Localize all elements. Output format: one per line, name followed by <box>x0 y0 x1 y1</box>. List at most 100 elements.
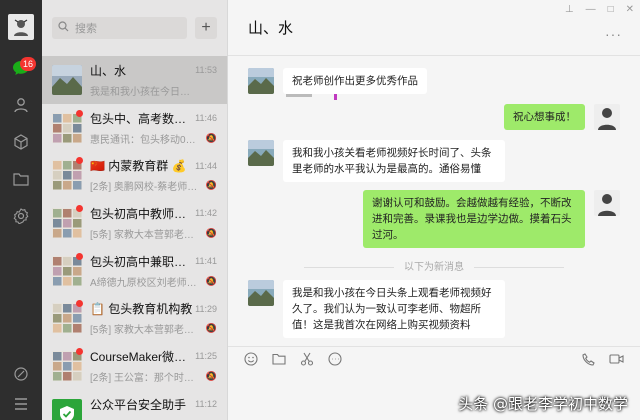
mute-icon: 🔕 <box>205 275 217 286</box>
box-icon[interactable] <box>11 132 31 152</box>
chat-name: CourseMaker微课制... <box>90 349 195 364</box>
message-left: 我和我小孩关看老师视频好长时间了、头条里老师的水平我认为是最高的。通俗易懂 <box>248 140 505 182</box>
input-toolbar <box>228 346 640 374</box>
mute-icon: 🔕 <box>205 227 217 238</box>
chat-avatar <box>52 64 82 95</box>
unread-dot <box>76 252 83 260</box>
message-bubble: 谢谢认可和鼓励。会越做越有经验，不断改进和完善。录课我也是边学边做。摸着石头过河… <box>363 190 585 248</box>
chat-name: 包头初高中教师分享群 <box>90 206 195 221</box>
scissors-icon[interactable] <box>300 352 314 369</box>
add-chat-button[interactable]: + <box>195 17 217 39</box>
comment-icon[interactable] <box>328 352 342 369</box>
unread-badge: 16 <box>20 57 37 71</box>
watermark: 头条 @跟老李学初中数学 <box>458 395 628 413</box>
message-right: 祝心想事成！ <box>504 104 620 130</box>
search-icon <box>58 21 69 35</box>
chat-list-item[interactable]: 包头初高中教师分享群 11:42 [5条] 家教大本营郭老师... 🔕 <box>42 199 227 247</box>
chat-avatar <box>52 160 82 191</box>
chat-preview: A缔德九原校区刘老师18... <box>90 277 198 289</box>
message-right: 谢谢认可和鼓励。会越做越有经验，不断改进和完善。录课我也是边学边做。摸着石头过河… <box>363 190 620 248</box>
mute-icon: 🔕 <box>205 323 217 334</box>
chat-list-item[interactable]: CourseMaker微课制... 11:25 [2条] 王公富：那个时间...… <box>42 342 227 390</box>
chat-list-item[interactable]: 包头初高中兼职教师 11:41 A缔德九原校区刘老师18... 🔕 <box>42 247 227 295</box>
chat-list: 山、水 11:53 我是和我小孩在今日头条... 包头中、高考数学资... 11… <box>42 56 227 420</box>
chat-list-panel: 搜索 + 山、水 11:53 我是和我小孩在今日头条... 包头中、高考数学资.… <box>42 0 228 420</box>
unread-dot <box>76 109 83 117</box>
pin-icon[interactable]: ⊥ <box>565 4 574 15</box>
chat-preview: 公众号登录提醒 <box>90 417 160 420</box>
chat-name: 📋 包头教育机构教 <box>90 302 193 317</box>
window-controls: ⊥ — □ ✕ <box>565 4 634 15</box>
chat-preview: 我是和我小孩在今日头条... <box>90 86 198 98</box>
chat-time: 11:29 <box>195 303 217 314</box>
chat-time: 11:25 <box>195 351 217 362</box>
chat-time: 11:53 <box>195 65 217 76</box>
search-input[interactable]: 搜索 <box>75 20 97 36</box>
chat-time: 11:46 <box>195 113 217 124</box>
maximize-icon[interactable]: □ <box>608 4 614 15</box>
user-avatar[interactable] <box>8 14 34 40</box>
chat-avatar <box>52 350 82 381</box>
conversation-panel: 山、水 ··· ⊥ — □ ✕ 祝老师创作出更多优秀作品 祝心想事成！ 我和我小… <box>228 0 640 420</box>
menu-icon[interactable] <box>11 394 31 414</box>
chat-time: 11:42 <box>195 208 217 219</box>
close-icon[interactable]: ✕ <box>626 4 634 15</box>
chat-time: 11:44 <box>195 160 217 171</box>
folder-icon[interactable] <box>11 169 31 189</box>
message-bubble: 我是和我小孩在今日头条上观看老师视频好久了。我们认为一致认可李老师、物超所值！这… <box>283 280 505 338</box>
message-bubble: 祝老师创作出更多优秀作品 <box>283 68 427 94</box>
search-row: 搜索 + <box>42 0 227 56</box>
shield-check-icon <box>52 398 82 420</box>
video-call-icon[interactable] <box>609 353 624 368</box>
contacts-icon[interactable] <box>11 95 31 115</box>
message-left: 我是和我小孩在今日头条上观看老师视频好久了。我们认为一致认可李老师、物超所值！这… <box>248 280 505 338</box>
chat-name: 🇨🇳 内蒙教育群 💰 <box>90 159 187 174</box>
contact-avatar[interactable] <box>248 280 274 306</box>
chat-preview: [5条] 家教大本营郭老师... <box>90 325 198 337</box>
my-avatar[interactable] <box>594 190 620 216</box>
chat-avatar <box>52 255 82 286</box>
chat-time: 11:41 <box>195 256 217 267</box>
chat-preview: 惠民通讯：包头移动047... <box>90 134 198 146</box>
message-left: 祝老师创作出更多优秀作品 <box>248 68 427 94</box>
chat-preview: [5条] 家教大本营郭老师... <box>90 229 198 241</box>
settings-icon[interactable] <box>11 206 31 226</box>
my-avatar[interactable] <box>594 104 620 130</box>
contact-avatar[interactable] <box>248 140 274 166</box>
minimize-icon[interactable]: — <box>586 4 596 15</box>
chat-name: 包头中、高考数学资... <box>90 111 196 126</box>
chat-avatar <box>52 112 82 143</box>
emoji-icon[interactable] <box>244 352 258 369</box>
chat-name: 包头初高中兼职教师 <box>90 254 196 269</box>
mute-icon: 🔕 <box>205 180 217 191</box>
chat-name: 公众平台安全助手 <box>90 397 187 412</box>
mute-icon: 🔕 <box>205 132 217 143</box>
chat-list-item[interactable]: 公众平台安全助手 11:12 公众号登录提醒 <box>42 390 227 420</box>
chat-avatar <box>52 303 82 334</box>
folder-icon[interactable] <box>272 353 286 368</box>
message-bubble: 祝心想事成！ <box>504 104 585 130</box>
conversation-title: 山、水 <box>248 20 294 37</box>
contact-avatar[interactable] <box>248 68 274 94</box>
link-icon[interactable] <box>11 364 31 384</box>
chat-time: 11:12 <box>195 399 217 410</box>
new-messages-divider: 以下为新消息 <box>228 258 640 273</box>
chat-list-item[interactable]: 📋 包头教育机构教 11:29 [5条] 家教大本营郭老师... 🔕 <box>42 294 227 342</box>
chat-avatar <box>52 207 82 238</box>
chat-list-item[interactable]: 🇨🇳 内蒙教育群 💰 11:44 [2条] 奥鹏网校-蔡老师：... 🔕 <box>42 151 227 199</box>
unread-dot <box>76 205 83 213</box>
chat-preview: [2条] 王公富：那个时间... <box>90 372 198 384</box>
partial-image <box>286 94 337 100</box>
more-options-button[interactable]: ··· <box>605 26 622 42</box>
message-bubble: 我和我小孩关看老师视频好长时间了、头条里老师的水平我认为是最高的。通俗易懂 <box>283 140 505 182</box>
phone-icon[interactable] <box>582 352 595 369</box>
chat-preview: [2条] 奥鹏网校-蔡老师：... <box>90 182 198 194</box>
chat-list-item[interactable]: 山、水 11:53 我是和我小孩在今日头条... <box>42 56 227 104</box>
mute-icon: 🔕 <box>205 370 217 381</box>
chat-list-item[interactable]: 包头中、高考数学资... 11:46 惠民通讯：包头移动047... 🔕 <box>42 104 227 152</box>
conversation-header: 山、水 ··· ⊥ — □ ✕ <box>228 0 640 56</box>
search-box[interactable]: 搜索 <box>52 17 187 39</box>
nav-rail: 16 <box>0 0 42 420</box>
chat-name: 山、水 <box>90 63 127 78</box>
message-area[interactable]: 祝老师创作出更多优秀作品 祝心想事成！ 我和我小孩关看老师视频好长时间了、头条里… <box>228 56 640 346</box>
